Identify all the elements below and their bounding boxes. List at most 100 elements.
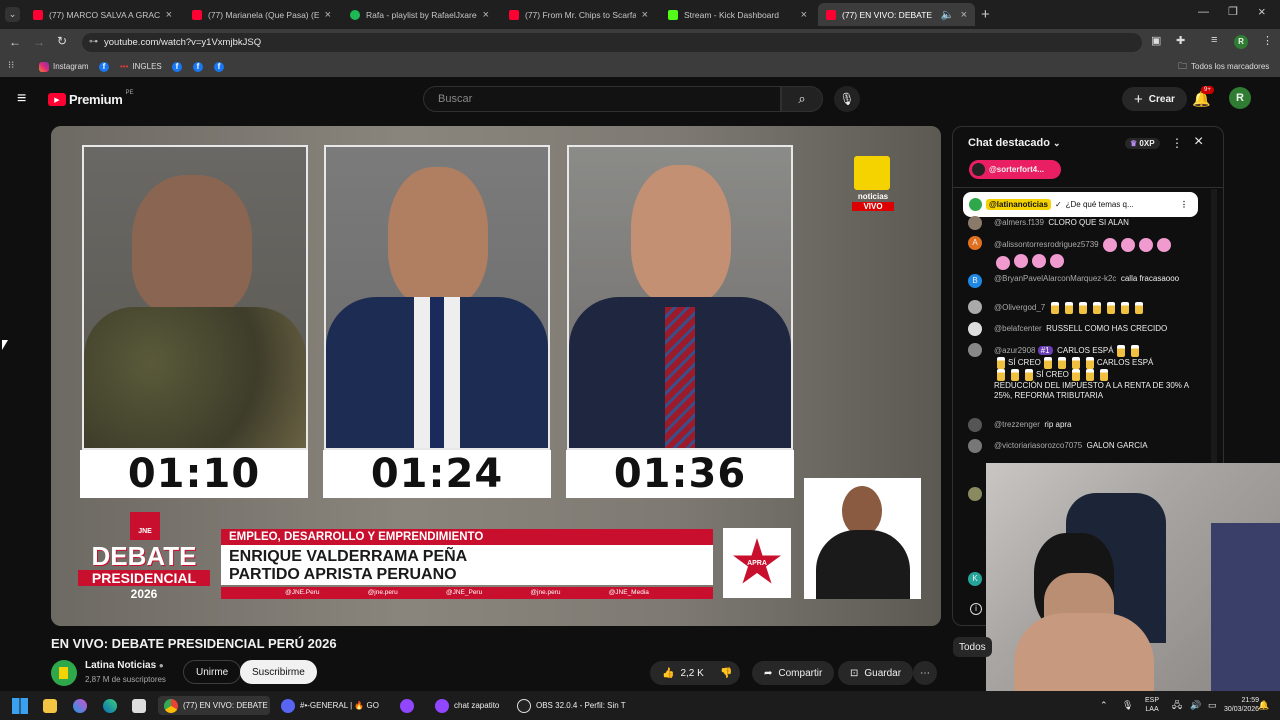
bookmark-facebook-4[interactable]: f (214, 60, 224, 73)
avatar (968, 439, 982, 453)
close-tab-icon[interactable]: × (801, 9, 807, 21)
close-tab-icon[interactable]: × (166, 9, 172, 21)
speaker-icon[interactable]: 🔈 (941, 8, 955, 21)
taskbar-chrome[interactable]: (77) EN VIVO: DEBATE P (158, 696, 270, 715)
bookmark-ingles[interactable]: ••• INGLES (120, 60, 162, 73)
media-icon[interactable]: ≡ (1211, 34, 1217, 46)
close-tab-icon[interactable]: × (961, 9, 967, 21)
close-window-button[interactable]: × (1258, 4, 1266, 19)
timer-candidate-3: 01:36 (566, 450, 794, 498)
video-title: EN VIVO: DEBATE PRESIDENCIAL PERÚ 2026 (51, 636, 337, 651)
channel-name[interactable]: Latina Noticias ● (85, 660, 164, 671)
dislike-button[interactable]: 👎 (712, 661, 741, 685)
close-chat-icon[interactable]: × (1194, 133, 1203, 151)
taskbar-app[interactable] (400, 696, 414, 715)
apps-icon[interactable]: ⁝⁝ (8, 60, 14, 71)
reload-icon[interactable]: ↻ (57, 34, 67, 48)
tab-5[interactable]: Stream - Kick Dashboard × (660, 3, 815, 26)
copilot-button[interactable] (73, 696, 87, 715)
search-button[interactable]: ⌕ (781, 86, 823, 112)
language-indicator[interactable]: ESP LAA (1145, 696, 1159, 715)
puzzle-icon[interactable]: ✚ (1176, 34, 1185, 47)
ingles-icon: ••• (120, 62, 129, 71)
bookmark-facebook-1[interactable]: f (99, 60, 109, 73)
back-icon[interactable]: ← (9, 35, 21, 49)
chat-mode-dropdown[interactable]: Chat destacado ⌄ (968, 137, 1061, 149)
battery-icon[interactable]: ▭ (1208, 696, 1217, 715)
subscribe-button[interactable]: Suscribirme (240, 660, 317, 684)
mic-icon[interactable]: 🎙 (1122, 696, 1133, 715)
tray-overflow-icon[interactable]: ⌃ (1100, 696, 1108, 715)
network-icon[interactable]: 🖧 (1172, 696, 1182, 715)
profile-avatar[interactable]: R (1234, 35, 1248, 49)
taskbar-discord[interactable]: #•-GENERAL | 🔥 GO (281, 696, 395, 715)
avatar: K (968, 572, 982, 586)
edge-button[interactable] (103, 696, 117, 715)
close-tab-icon[interactable]: × (325, 9, 331, 21)
latina-logo-icon (969, 198, 982, 211)
bookmark-instagram[interactable]: Instagram (39, 60, 89, 73)
apra-party-logo: APRA (723, 528, 791, 598)
site-info-icon[interactable]: ⊶ (89, 36, 98, 47)
hamburger-menu-icon[interactable]: ≡ (17, 90, 26, 108)
pinned-supporter-chip[interactable]: @sorterfort4... (969, 160, 1061, 179)
more-actions-button[interactable]: ⋯ (913, 661, 937, 685)
folder-icon: 🗀 (1178, 60, 1188, 71)
streamer-webcam-image (986, 463, 1280, 691)
share-button[interactable]: ➦ Compartir (752, 661, 835, 685)
points-badge[interactable]: ♛ 0XP (1125, 138, 1160, 149)
tab-3[interactable]: Rafa - playlist by RafaelJxared | × (342, 3, 497, 26)
bookmark-facebook-2[interactable]: f (172, 60, 182, 73)
folder-icon (43, 698, 57, 713)
extension-icon[interactable]: ▣ (1151, 34, 1161, 47)
banner-menu-icon[interactable]: ⋮ (1180, 200, 1188, 209)
explorer-button[interactable] (43, 696, 57, 715)
facebook-icon: f (193, 61, 203, 72)
search-input[interactable]: Buscar (423, 86, 781, 112)
tab-1[interactable]: (77) MARCO SALVA A GRACE D× (25, 3, 180, 26)
tab-2[interactable]: (77) Marianela (Que Pasa) (Exte × (184, 3, 339, 26)
avatar: A (968, 236, 982, 250)
taskbar-obs[interactable]: OBS 32.0.4 - Perfil: Sin T (517, 696, 626, 715)
forward-icon[interactable]: → (33, 35, 45, 49)
pinned-banner[interactable]: @latinanoticias ✓ ¿De qué temas q... ⋮ (963, 192, 1198, 217)
bookmark-facebook-3[interactable]: f (193, 60, 203, 73)
emoji-icon (1050, 254, 1064, 268)
chat-menu-icon[interactable]: ⋮ (1171, 136, 1183, 150)
create-button[interactable]: + Crear (1122, 87, 1187, 111)
save-button[interactable]: ⊡ Guardar (838, 661, 914, 685)
start-button[interactable] (12, 696, 28, 715)
notification-center-icon[interactable]: 🔔 (1258, 696, 1269, 715)
join-button[interactable]: Unirme (183, 660, 242, 684)
taskbar-chat[interactable]: chat zapatito (435, 696, 499, 715)
url-input[interactable]: ⊶ youtube.com/watch?v=y1VxmjbkJSQ (82, 33, 1142, 52)
youtube-logo[interactable]: ▶ Premium PE (48, 90, 134, 107)
new-tab-button[interactable]: + (981, 6, 990, 23)
account-avatar[interactable]: R (1229, 87, 1251, 109)
chat-message: @almers.f139 CLORO QUE SI ALAN (994, 218, 1129, 227)
more-icon: ⋯ (920, 667, 930, 679)
chat-scrollbar[interactable] (1211, 189, 1217, 464)
all-bookmarks[interactable]: 🗀 Todos los marcadores (1178, 60, 1269, 73)
candle-emoji-icon (1050, 302, 1059, 314)
like-button[interactable]: 👍 2,2 K (650, 661, 716, 685)
chrome-menu-icon[interactable]: ⋮ (1262, 34, 1273, 47)
clock[interactable]: 21:59 30/03/2026 (1224, 696, 1259, 715)
minimize-button[interactable]: — (1198, 6, 1209, 18)
store-icon (132, 698, 146, 713)
obs-icon (517, 698, 531, 713)
filter-chip-todos[interactable]: Todos (953, 637, 992, 657)
restore-button[interactable]: ❐ (1228, 5, 1238, 18)
store-button[interactable] (132, 696, 146, 715)
tab-6-active[interactable]: (77) EN VIVO: DEBATE PRES🔈× (818, 3, 975, 26)
close-tab-icon[interactable]: × (483, 9, 489, 21)
channel-avatar[interactable] (51, 660, 77, 686)
tab-search-icon[interactable]: ⌄ (5, 7, 20, 22)
candle-emoji-icon (1134, 302, 1143, 314)
topic-banner: EMPLEO, DESARROLLO Y EMPRENDIMIENTO (221, 529, 713, 545)
voice-search-icon[interactable]: 🎙 (834, 86, 860, 112)
tab-4[interactable]: (77) From Mr. Chips to Scarface × (501, 3, 656, 26)
info-icon[interactable]: i (970, 603, 982, 615)
volume-icon[interactable]: 🔊 (1190, 696, 1201, 715)
close-tab-icon[interactable]: × (642, 9, 648, 21)
